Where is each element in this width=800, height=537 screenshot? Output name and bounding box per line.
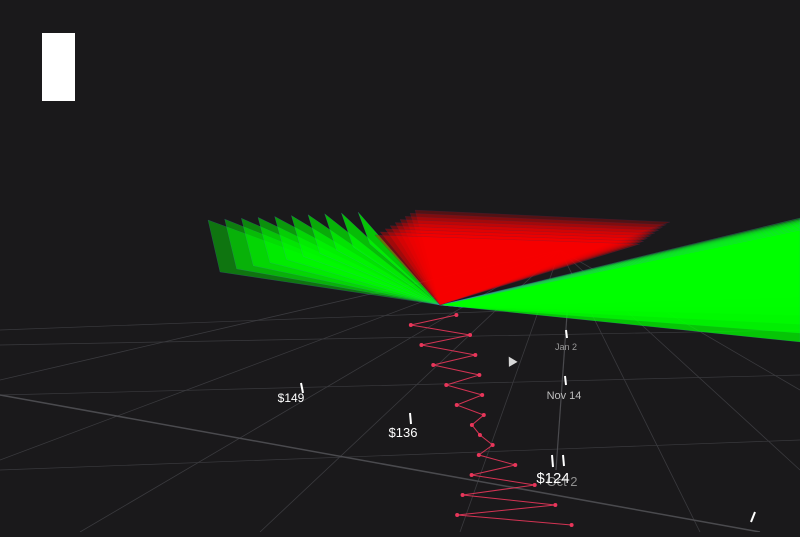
price-series [408,313,574,527]
price-series-point [513,463,518,467]
tick-labels: Jan 2 Nov 14 Oct 2 $149 $136 $124 [278,342,582,489]
grid-line-cross [0,439,800,471]
date-tick-label-nov-14: Nov 14 [547,390,582,402]
depth-surface [207,209,800,343]
grid-line-cross [0,329,800,346]
price-tick-label-124: $124 [536,470,569,487]
chart-svg: Jan 2 Nov 14 Oct 2 $149 $136 $124 [0,209,800,533]
grid-line-cross [0,374,800,396]
price-series-point [553,503,558,507]
axis-tick-mark [409,412,412,425]
price-series-point [469,473,474,477]
axis-tick-mark [551,454,554,468]
axis-tick-mark [565,329,568,339]
price-series-point [444,383,449,387]
price-series-point [460,493,465,497]
price-axis-line [0,394,761,533]
price-series-point [473,353,478,357]
overlay-panel [42,33,75,101]
axis-tick-mark [562,454,565,467]
price-series-point [480,393,485,397]
date-axis-line [555,299,569,471]
price-series-point [476,453,481,457]
axis-tick-mark [564,375,567,386]
date-tick-label-jan-2: Jan 2 [555,342,577,352]
price-series-point [455,513,460,517]
price-series-point [408,323,413,327]
price-series-point [569,523,574,527]
axis-tick-mark [750,511,756,523]
price-series-point [454,403,459,407]
price-series-point [477,373,482,377]
price-series-point [431,363,436,367]
price-series-point [454,313,459,317]
price-series-point [469,423,474,427]
price-tick-label-136: $136 [389,425,418,440]
chart-stage: Jan 2 Nov 14 Oct 2 $149 $136 $124 [0,0,800,533]
price-series-point [468,333,473,337]
price-series-point [419,343,424,347]
price-series-point [490,443,495,447]
price-series-point [481,413,486,417]
price-tick-label-149: $149 [278,391,305,405]
axis-lines [0,299,761,533]
price-series-point [477,433,482,437]
